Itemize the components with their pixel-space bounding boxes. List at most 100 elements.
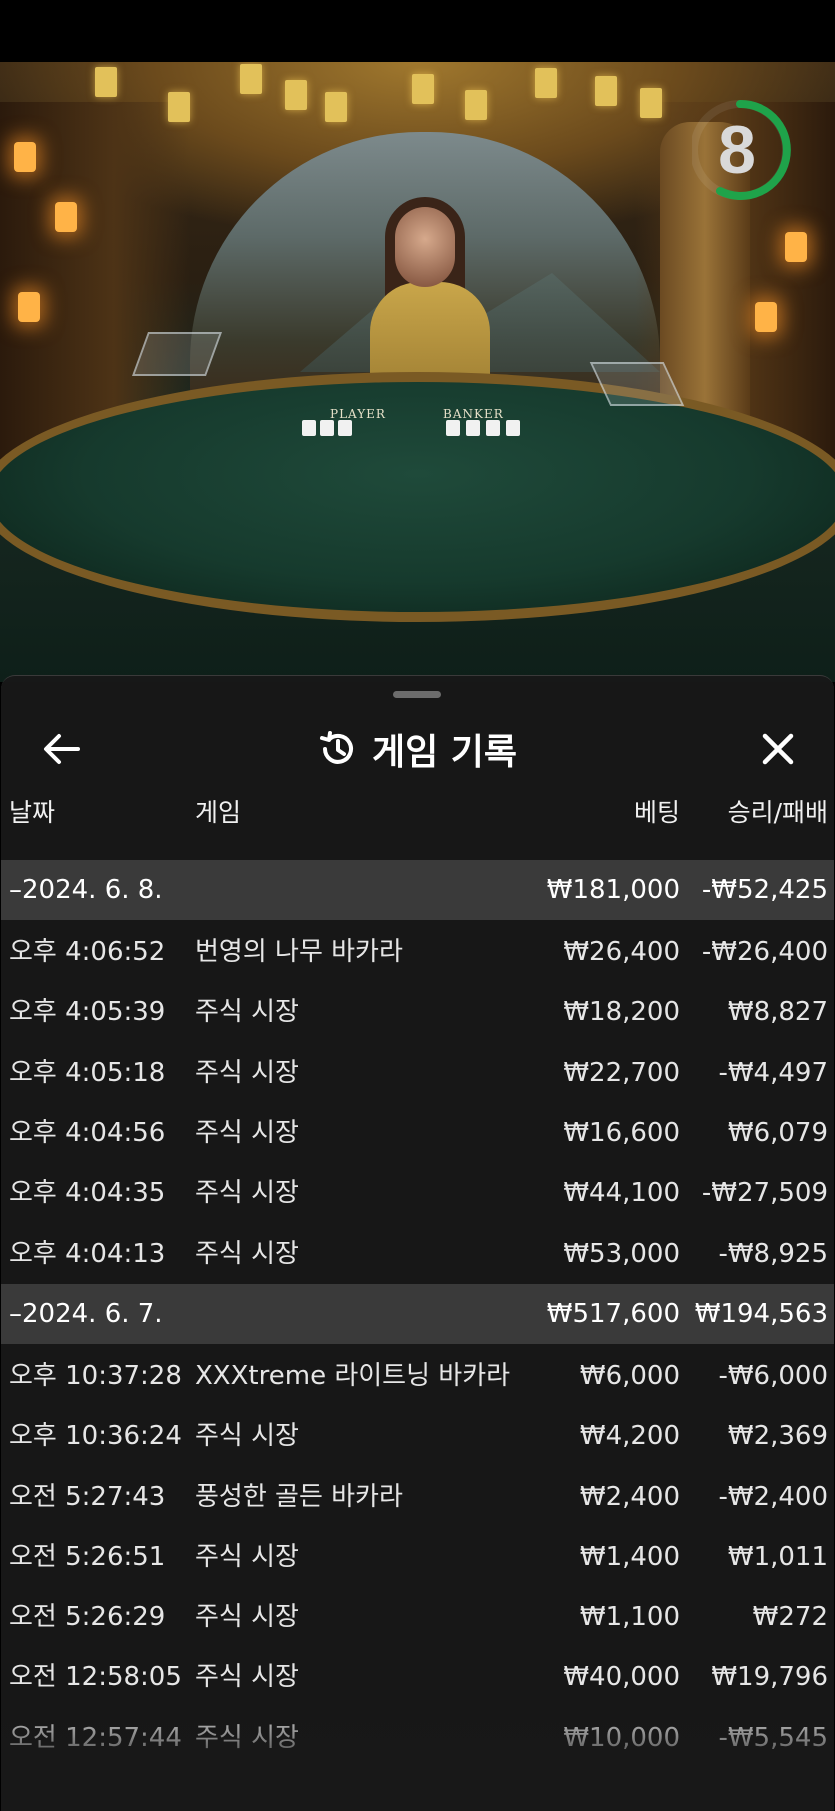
hanging-card [412,74,434,104]
history-row[interactable]: 오전 12:57:44 주식 시장 ₩10,000 -₩5,545 [1,1708,834,1768]
status-bar [0,0,835,62]
row-bet: ₩16,600 [563,1118,680,1149]
countdown-number: 8 [718,112,756,188]
row-game: 주식 시장 [195,1662,299,1693]
column-header-date: 날짜 [9,798,56,827]
history-clock-icon [319,731,353,764]
row-game: 주식 시장 [195,1421,299,1452]
group-date: –2024. 6. 7. [9,1298,163,1329]
row-time: 오후 4:04:56 [9,1118,166,1149]
history-row[interactable]: 오후 4:04:56 주식 시장 ₩16,600 ₩6,079 [1,1103,834,1163]
history-row[interactable]: 오전 12:58:05 주식 시장 ₩40,000 ₩19,796 [1,1647,834,1707]
column-header-win-loss: 승리/패배 [727,798,828,827]
row-game: 주식 시장 [195,1722,299,1753]
row-win-loss: ₩1,011 [727,1541,828,1572]
history-row[interactable]: 오후 10:36:24 주식 시장 ₩4,200 ₩2,369 [1,1406,834,1466]
row-game: 주식 시장 [195,1238,299,1269]
row-game: 주식 시장 [195,1602,299,1633]
row-game: 풍성한 골든 바카라 [195,1481,403,1512]
group-date: –2024. 6. 8. [9,875,163,905]
row-win-loss: -₩5,545 [718,1722,828,1753]
date-group-row[interactable]: –2024. 6. 8. ₩181,000 -₩52,425 [1,860,834,920]
row-bet: ₩6,000 [579,1360,680,1391]
row-bet: ₩18,200 [563,997,680,1028]
row-time: 오후 10:37:28 [9,1360,182,1391]
playing-card [302,420,316,436]
history-row[interactable]: 오후 4:04:35 주식 시장 ₩44,100 -₩27,509 [1,1163,834,1223]
history-row[interactable]: 오후 10:37:28 XXXtreme 라이트닝 바카라 ₩6,000 -₩6… [1,1346,834,1406]
row-time: 오전 12:58:05 [9,1662,182,1693]
hanging-card [640,88,662,118]
close-button[interactable] [752,725,804,773]
row-win-loss: -₩2,400 [718,1481,828,1512]
group-win-loss-total: -₩52,425 [701,875,828,905]
row-win-loss: -₩26,400 [701,937,828,968]
row-bet: ₩22,700 [563,1057,680,1088]
row-win-loss: -₩4,497 [718,1057,828,1088]
history-row[interactable]: 오후 4:05:39 주식 시장 ₩18,200 ₩8,827 [1,982,834,1042]
row-win-loss: ₩2,369 [727,1421,828,1452]
row-win-loss: -₩6,000 [718,1360,828,1391]
panel-header: 게임 기록 [1,725,834,773]
row-win-loss: -₩8,925 [718,1238,828,1269]
row-bet: ₩10,000 [563,1722,680,1753]
row-time: 오후 10:36:24 [9,1421,182,1452]
history-row[interactable]: 오후 4:06:52 번영의 나무 바카라 ₩26,400 -₩26,400 [1,922,834,982]
row-bet: ₩44,100 [563,1178,680,1209]
history-row[interactable]: 오전 5:26:51 주식 시장 ₩1,400 ₩1,011 [1,1527,834,1587]
row-win-loss: ₩19,796 [711,1662,828,1693]
dealer-face [395,207,455,287]
row-time: 오전 5:26:29 [9,1602,166,1633]
row-win-loss: ₩272 [752,1602,828,1633]
player-area-label: PLAYER [330,407,386,421]
row-bet: ₩1,400 [579,1541,680,1572]
history-list: –2024. 6. 8. ₩181,000 -₩52,425 오후 4:06:5… [1,860,834,1768]
row-win-loss: ₩6,079 [727,1118,828,1149]
hanging-card [535,68,557,98]
close-icon [762,733,794,765]
baccarat-table [0,372,835,622]
row-game: 주식 시장 [195,997,299,1028]
history-row[interactable]: 오후 4:05:18 주식 시장 ₩22,700 -₩4,497 [1,1043,834,1103]
game-history-panel: 게임 기록 날짜 게임 베팅 승리/패배 –2024. 6. 8. ₩181,0… [1,675,834,1811]
date-group-row[interactable]: –2024. 6. 7. ₩517,600 ₩194,563 [1,1283,834,1344]
column-header-game: 게임 [195,798,242,827]
hanging-card [595,76,617,106]
playing-card [466,420,480,436]
row-game: 주식 시장 [195,1178,299,1209]
lantern [55,202,77,232]
hanging-card [95,67,117,97]
row-game: 주식 시장 [195,1057,299,1088]
row-game: 번영의 나무 바카라 [195,937,403,968]
playing-card [446,420,460,436]
column-header-bet: 베팅 [633,798,680,827]
table-header: 날짜 게임 베팅 승리/패배 [1,786,834,836]
hanging-card [168,92,190,122]
row-bet: ₩40,000 [563,1662,680,1693]
row-time: 오후 4:06:52 [9,937,166,968]
lantern [755,302,777,332]
row-bet: ₩26,400 [563,937,680,968]
playing-card [320,420,334,436]
row-time: 오전 5:26:51 [9,1541,166,1572]
group-bet-total: ₩517,600 [546,1298,680,1329]
history-row[interactable]: 오전 5:27:43 풍성한 골든 바카라 ₩2,400 -₩2,400 [1,1466,834,1526]
row-bet: ₩4,200 [579,1421,680,1452]
row-time: 오후 4:04:13 [9,1238,166,1269]
lantern [14,142,36,172]
banker-area-label: BANKER [443,407,504,421]
playing-card [486,420,500,436]
lantern [785,232,807,262]
hanging-card [325,92,347,122]
hanging-card [285,80,307,110]
hanging-card [465,90,487,120]
row-game: XXXtreme 라이트닝 바카라 [195,1360,511,1391]
playing-card [338,420,352,436]
row-bet: ₩1,100 [579,1602,680,1633]
row-time: 오전 5:27:43 [9,1481,166,1512]
row-game: 주식 시장 [195,1118,299,1149]
drag-handle[interactable] [393,691,441,698]
history-row[interactable]: 오후 4:04:13 주식 시장 ₩53,000 -₩8,925 [1,1223,834,1283]
hanging-card [240,64,262,94]
history-row[interactable]: 오전 5:26:29 주식 시장 ₩1,100 ₩272 [1,1587,834,1647]
